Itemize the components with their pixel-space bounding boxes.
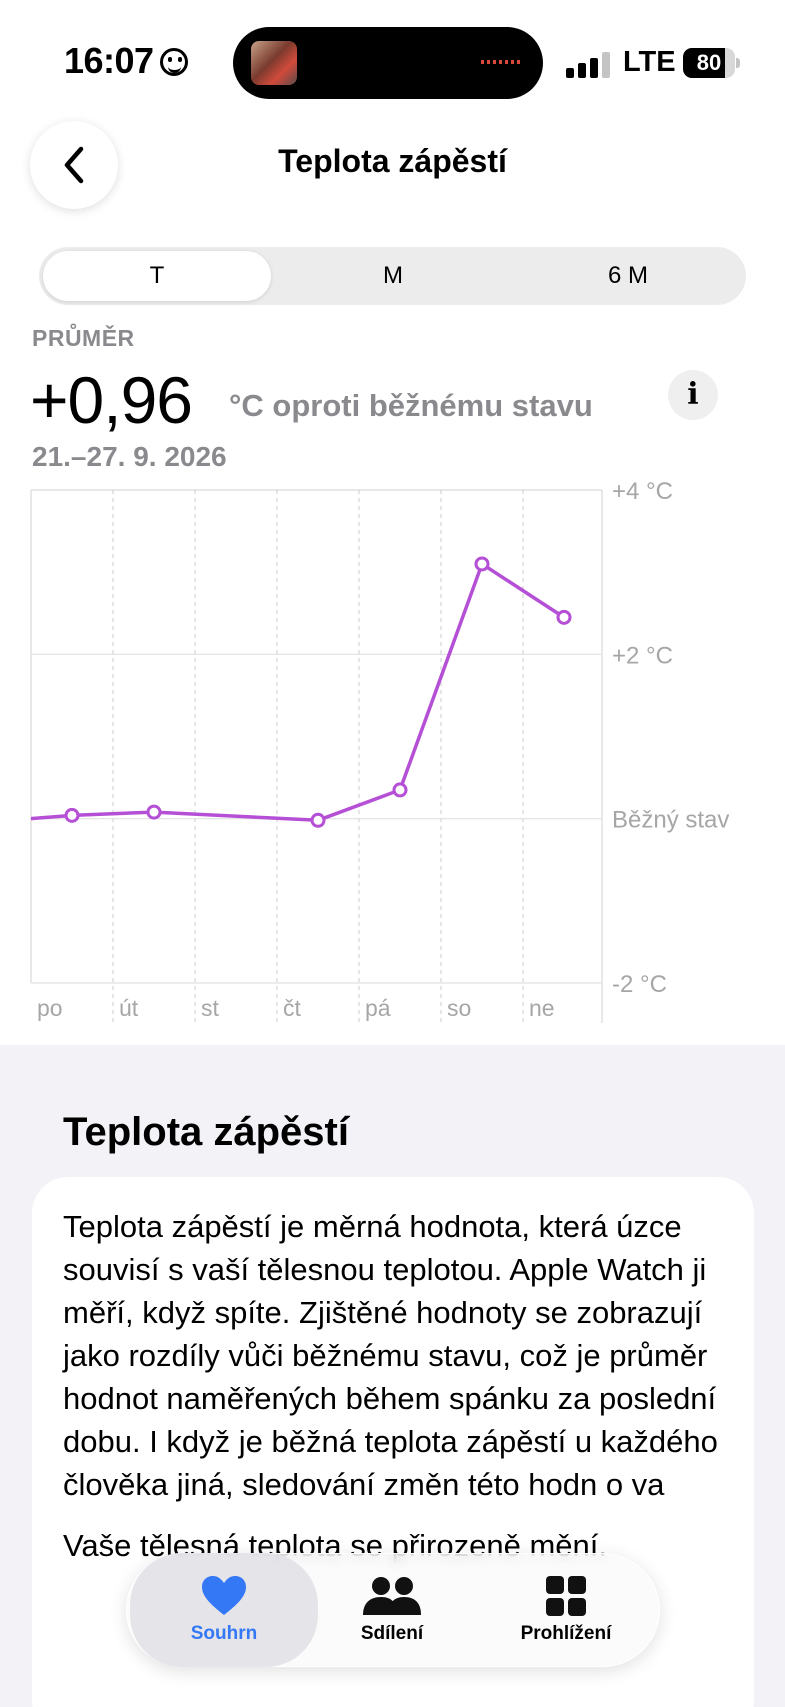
signal-bar — [578, 63, 586, 78]
tab-bar: Souhrn Sdílení Prohlížení — [126, 1553, 660, 1667]
cellular-signal-icon — [566, 52, 610, 78]
data-point — [310, 812, 326, 828]
heart-icon — [202, 1576, 246, 1615]
data-point — [392, 782, 408, 798]
average-label: PRŮMĚR — [32, 325, 135, 351]
x-tick-label: út — [119, 995, 139, 1021]
data-point — [146, 804, 162, 820]
info-icon: i — [687, 377, 699, 412]
grid-icon — [546, 1576, 586, 1616]
series-line — [30, 562, 565, 823]
tab-sharing[interactable]: Sdílení — [322, 1553, 462, 1667]
smiley-icon — [160, 48, 188, 76]
data-point — [64, 807, 80, 823]
date-range: 21.–27. 9. 2026 — [32, 441, 227, 472]
tab-label: Souhrn — [190, 1623, 258, 1644]
x-tick-label: pá — [365, 995, 391, 1021]
average-value: +0,96 — [30, 363, 193, 437]
signal-bar — [602, 52, 610, 78]
tab-browse[interactable]: Prohlížení — [486, 1553, 646, 1667]
average-unit: °C oproti běžnému stavu — [229, 388, 593, 423]
tab-summary[interactable]: Souhrn — [130, 1553, 318, 1667]
y-tick-label: Běžný stav — [612, 807, 729, 834]
dynamic-island[interactable] — [233, 27, 543, 99]
battery-cap — [736, 58, 740, 68]
status-time: 16:07 — [64, 40, 154, 81]
tab-label: Sdílení — [360, 1623, 424, 1644]
wrist-temperature-chart[interactable]: +4 °C +2 °C Běžný stav -2 °C po út st čt pá so ne — [0, 480, 785, 1040]
x-tick-label: st — [201, 995, 220, 1021]
status-bar: 16:07 LTE 80 — [0, 0, 785, 120]
now-playing-artwork — [251, 41, 297, 85]
battery-percentage: 80 — [696, 50, 722, 75]
signal-bar — [566, 68, 574, 78]
page-title: Teplota zápěstí — [278, 143, 507, 179]
segment-six-months[interactable]: 6 M — [514, 251, 742, 301]
x-tick-label: čt — [283, 995, 302, 1021]
y-tick-label: +2 °C — [612, 642, 673, 669]
back-button[interactable] — [30, 121, 118, 209]
segment-month[interactable]: M — [279, 251, 507, 301]
period-segmented-control: T M 6 M — [39, 247, 746, 305]
segment-week[interactable]: T — [43, 251, 271, 301]
battery-icon: 80 — [683, 48, 740, 78]
x-tick-label: po — [37, 995, 63, 1021]
x-tick-label: so — [447, 995, 471, 1021]
data-point — [556, 609, 572, 625]
people-icon — [363, 1577, 421, 1615]
data-point — [474, 556, 490, 572]
y-tick-label: -2 °C — [612, 971, 667, 998]
tab-label: Prohlížení — [520, 1623, 612, 1644]
audio-waveform-icon — [481, 60, 523, 64]
about-paragraph: Teplota zápěstí je měrná hodnota, která … — [63, 1209, 718, 1502]
chevron-left-icon — [64, 146, 84, 184]
signal-bar — [590, 58, 598, 78]
x-tick-label: ne — [529, 995, 555, 1021]
about-title: Teplota zápěstí — [63, 1110, 349, 1154]
y-tick-label: +4 °C — [612, 480, 673, 505]
network-type: LTE — [623, 46, 676, 78]
about-text: Teplota zápěstí je měrná hodnota, která … — [63, 1205, 743, 1567]
info-button[interactable]: i — [668, 370, 718, 420]
